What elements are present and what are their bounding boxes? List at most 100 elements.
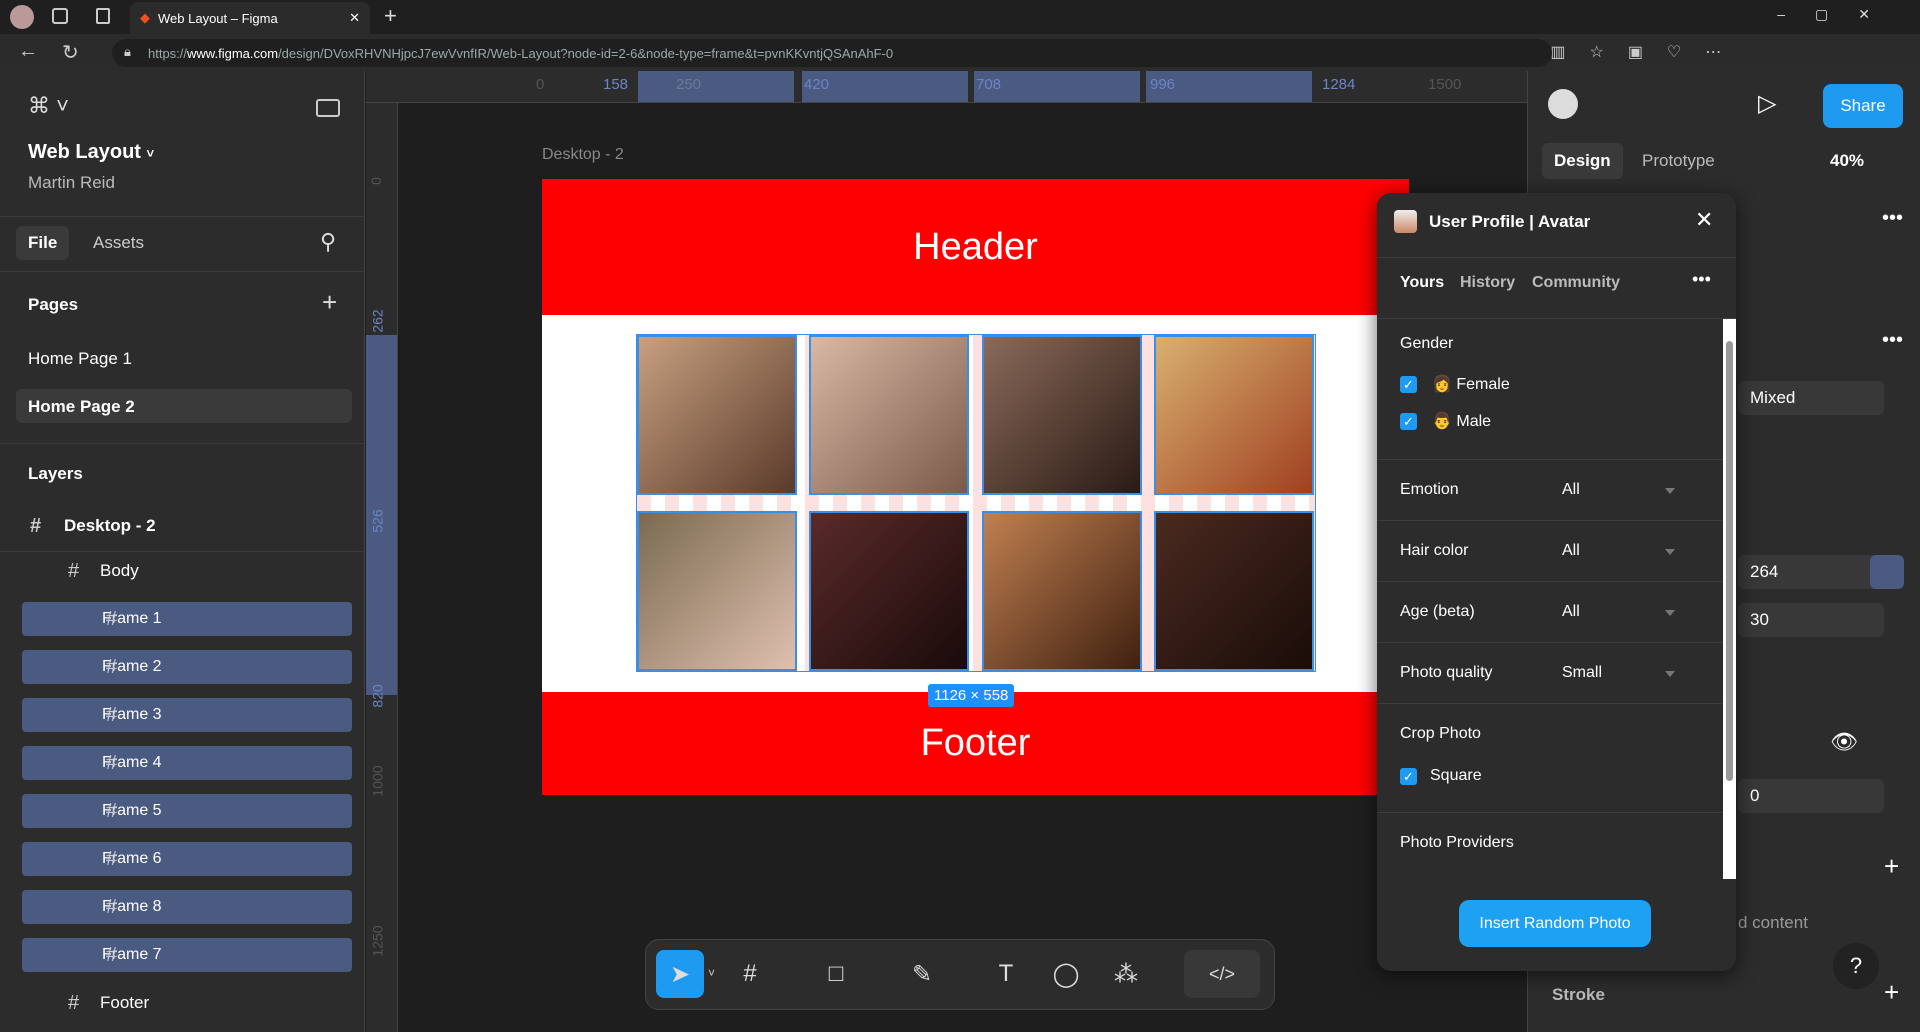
present-icon[interactable]: ▷ xyxy=(1758,89,1776,118)
layer-frame[interactable]: # Frame 8 xyxy=(22,890,352,924)
female-option[interactable]: 👩 Female xyxy=(1432,374,1510,394)
layer-frame[interactable]: # Frame 3 xyxy=(22,698,352,732)
pen-tool-button[interactable]: ✎ xyxy=(898,950,946,998)
tab-yours[interactable]: Yours xyxy=(1400,274,1444,292)
text-tool-button[interactable]: T xyxy=(982,950,1030,998)
file-name-text: Web Layout xyxy=(28,141,141,163)
url-input[interactable]: 🔒︎ https://www.figma.com/design/DVoxRHVN… xyxy=(112,39,1552,67)
frame-icon: # xyxy=(106,847,118,870)
photo-grid-selection[interactable] xyxy=(636,334,1316,672)
photo-frame[interactable] xyxy=(637,511,797,671)
content-label: d content xyxy=(1738,913,1808,932)
tab-actions-icon[interactable] xyxy=(96,8,110,24)
tab-community[interactable]: Community xyxy=(1532,274,1620,292)
browser-tab[interactable]: ◆ Web Layout – Figma ✕ xyxy=(130,2,370,34)
layer-frame[interactable]: # Frame 7 xyxy=(22,938,352,972)
add-page-icon[interactable]: + xyxy=(322,287,337,318)
resources-tool-button[interactable]: ⁂ xyxy=(1102,950,1150,998)
photo-frame[interactable] xyxy=(809,335,969,495)
pages-title: Pages xyxy=(28,295,79,314)
help-button[interactable]: ? xyxy=(1833,943,1879,989)
age-select[interactable]: All xyxy=(1562,603,1580,621)
header-frame[interactable]: Header xyxy=(542,179,1409,315)
more-icon[interactable]: ••• xyxy=(1882,207,1903,230)
new-tab-button[interactable]: + xyxy=(384,3,397,29)
photo-frame[interactable] xyxy=(1154,511,1314,671)
filter-label: Photo quality xyxy=(1400,664,1493,681)
window-controls[interactable]: –▢✕ xyxy=(1777,6,1900,23)
ruler-tick: 820 xyxy=(369,684,386,708)
dev-mode-toggle[interactable]: </> xyxy=(1184,950,1260,998)
layer-frame[interactable]: # Frame 1 xyxy=(22,602,352,636)
chevron-down-icon[interactable]: ˅ xyxy=(708,966,715,980)
photo-frame[interactable] xyxy=(637,335,797,495)
share-button[interactable]: Share xyxy=(1823,84,1903,128)
emotion-select[interactable]: All xyxy=(1562,481,1580,499)
frame-tool-button[interactable]: # xyxy=(726,950,774,998)
rectangle-tool-button[interactable]: □ xyxy=(812,950,860,998)
add-stroke-icon[interactable]: + xyxy=(1884,977,1899,1008)
male-checkbox[interactable]: ✓ xyxy=(1400,413,1417,430)
frame-label[interactable]: Desktop - 2 xyxy=(542,146,624,164)
ruler-tick: 262 xyxy=(369,309,386,333)
mixed-field[interactable]: Mixed xyxy=(1738,381,1884,415)
layer-frame[interactable]: # Frame 2 xyxy=(22,650,352,684)
frame-icon: # xyxy=(68,559,80,582)
footer-frame[interactable]: Footer xyxy=(542,692,1409,795)
tab-assets[interactable]: Assets xyxy=(93,233,144,253)
frame-icon: # xyxy=(106,943,118,966)
constrain-proportions-button[interactable] xyxy=(1870,555,1904,589)
height-field[interactable]: 30 xyxy=(1738,603,1884,637)
scrollbar[interactable] xyxy=(1723,319,1736,879)
add-icon[interactable]: + xyxy=(1884,851,1899,882)
main-menu-icon[interactable]: ⌘ ˅ xyxy=(28,93,69,119)
profile-avatar[interactable] xyxy=(10,5,34,29)
close-icon[interactable]: ✕ xyxy=(1695,207,1713,233)
move-tool-button[interactable]: ➤ xyxy=(656,950,704,998)
back-icon[interactable]: ← xyxy=(18,40,38,63)
layer-frame[interactable]: # Frame 4 xyxy=(22,746,352,780)
square-checkbox[interactable]: ✓ xyxy=(1400,768,1417,785)
close-tab-icon[interactable]: ✕ xyxy=(349,10,360,26)
female-checkbox[interactable]: ✓ xyxy=(1400,376,1417,393)
square-label[interactable]: Square xyxy=(1430,767,1482,785)
layer-desktop-2[interactable]: # Desktop - 2 xyxy=(30,515,156,537)
more-icon[interactable]: ••• xyxy=(1882,329,1903,352)
frame-icon: # xyxy=(106,655,118,678)
tab-history[interactable]: History xyxy=(1460,274,1515,292)
refresh-icon[interactable]: ↻ xyxy=(62,40,79,65)
toggle-sidebar-icon[interactable] xyxy=(316,99,340,117)
tab-prototype[interactable]: Prototype xyxy=(1642,151,1715,171)
zoom-level[interactable]: 40% xyxy=(1830,151,1864,171)
width-field[interactable]: 264 xyxy=(1738,555,1884,589)
opacity-field[interactable]: 0 xyxy=(1738,779,1884,813)
tab-file[interactable]: File xyxy=(16,226,70,260)
page-item-selected[interactable]: Home Page 2 xyxy=(16,389,352,423)
more-icon[interactable]: ••• xyxy=(1692,269,1711,290)
eye-icon[interactable]: 👁︎ xyxy=(1830,729,1858,755)
hair-color-select[interactable]: All xyxy=(1562,542,1580,560)
file-name[interactable]: Web Layout ˅ xyxy=(28,141,154,164)
layer-frame[interactable]: # Frame 6 xyxy=(22,842,352,876)
insert-random-photo-button[interactable]: Insert Random Photo xyxy=(1459,900,1651,947)
photo-frame[interactable] xyxy=(809,511,969,671)
plugin-title: User Profile | Avatar xyxy=(1429,212,1591,231)
search-icon[interactable]: ⚲ xyxy=(320,229,336,255)
plugin-icon xyxy=(1394,210,1417,233)
layer-footer[interactable]: # Footer xyxy=(68,992,149,1014)
tab-design[interactable]: Design xyxy=(1542,143,1623,179)
user-avatar[interactable] xyxy=(1548,89,1578,119)
photo-frame[interactable] xyxy=(982,511,1142,671)
photo-frame[interactable] xyxy=(982,335,1142,495)
page-item[interactable]: Home Page 1 xyxy=(28,349,132,369)
photo-quality-select[interactable]: Small xyxy=(1562,664,1602,682)
layer-body[interactable]: # Body xyxy=(68,559,139,582)
male-option[interactable]: 👨 Male xyxy=(1432,411,1491,431)
layer-frame[interactable]: # Frame 5 xyxy=(22,794,352,828)
opacity-value: 0 xyxy=(1750,786,1760,805)
height-value: 30 xyxy=(1750,610,1769,629)
comment-tool-button[interactable]: ◯ xyxy=(1042,950,1090,998)
photo-frame[interactable] xyxy=(1154,335,1314,495)
width-value: 264 xyxy=(1750,562,1779,581)
workspaces-icon[interactable] xyxy=(52,8,68,24)
